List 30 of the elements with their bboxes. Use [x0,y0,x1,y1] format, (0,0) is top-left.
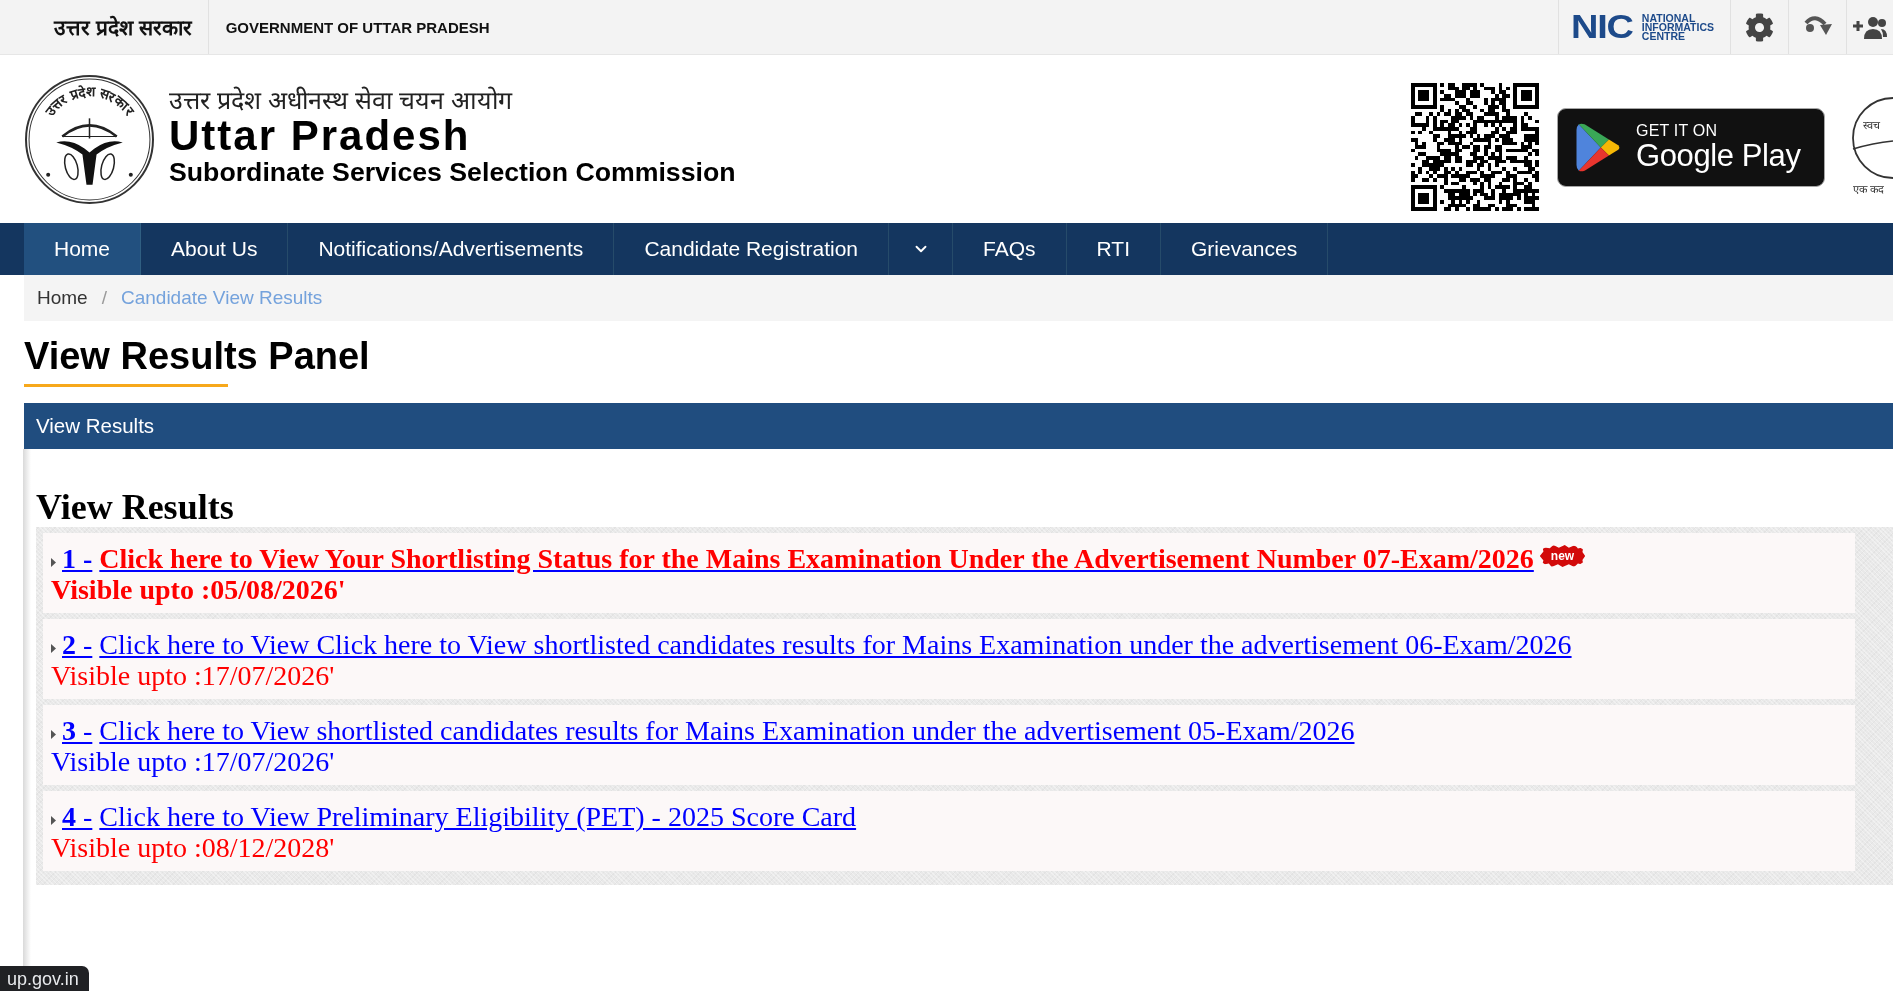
government-label: GOVERNMENT OF UTTAR PRADESH [224,18,490,36]
new-badge: new [1539,545,1586,567]
hindi-title: उत्तर प्रदेश अधीनस्थ सेवा चयन आयोग [169,85,514,116]
result-link[interactable]: 4 - Click here to View Preliminary Eligibility (PET) - 2025 Score Card [59,801,857,832]
add-users-icon [1852,15,1888,39]
validity-text: Visible upto :17/07/2026' [51,660,336,691]
play-triangle-icon [1575,121,1622,173]
result-link[interactable]: 2 - Click here to View Click here to View shortlisted candidates results for Mains Examination under the advertisement 06-Exam/2026 [59,629,1572,660]
validity-text: Visible upto :08/12/2028' [51,832,336,863]
result-link[interactable]: 3 - Click here to View shortlisted candidates results for Mains Examination under the advertisement 05-Exam/2026 [59,715,1355,746]
settings-icon [1745,12,1774,42]
google-play-badge[interactable]: GET IT ON Google Play [1557,107,1825,187]
validity-text: Visible upto :05/08/2026' [51,574,347,605]
nav-link[interactable]: Home [24,223,142,275]
page-title: View Results Panel [24,334,371,378]
swachh-bharat-logo: स्वच एक कद [1849,97,1893,197]
status-url: up.gov.in [0,966,89,991]
breadcrumb-link[interactable]: Home [37,287,88,309]
triangle-icon [51,730,56,739]
results-heading: View Results [36,487,235,527]
site-subtitle: Subordinate Services Selection Commission [169,156,736,188]
site-title: Uttar Pradesh [169,116,472,156]
result-link[interactable]: 1 - Click here to View Your Shortlisting Status for the Mains Examination Under the Advertisement Number 07-Exam/2026 [59,543,1534,574]
panel-header: View Results [24,403,1893,449]
state-name: उत्तर प्रदेश सरकार [0,0,209,54]
validity-text: Visible upto :17/07/2026' [51,746,336,777]
triangle-icon [51,558,56,567]
triangle-icon [51,816,56,825]
triangle-icon [51,644,56,653]
breadcrumb-separator: / [100,287,108,309]
